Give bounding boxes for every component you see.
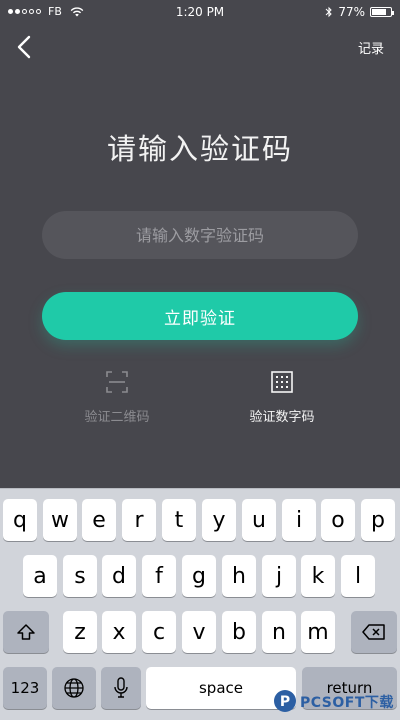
verify-qr-code-label: 验证二维码 bbox=[84, 410, 150, 425]
pcsoft-logo-icon: P bbox=[274, 690, 296, 712]
verify-digit-code-option[interactable]: 验证数字码 bbox=[222, 370, 342, 425]
key-g[interactable]: g bbox=[182, 555, 216, 597]
digit-code-icon bbox=[271, 371, 293, 393]
key-c[interactable]: c bbox=[142, 611, 176, 653]
key-e[interactable]: e bbox=[82, 499, 116, 541]
verification-screen: FB 1:20 PM 77% 记录 请输入验证码 立即验证 bbox=[0, 0, 400, 488]
back-button[interactable] bbox=[12, 34, 36, 60]
status-right: 77% bbox=[325, 5, 394, 19]
key-f[interactable]: f bbox=[142, 555, 176, 597]
shift-icon bbox=[17, 624, 35, 640]
page-title: 请输入验证码 bbox=[106, 132, 293, 166]
shift-key[interactable] bbox=[3, 611, 49, 653]
battery-icon bbox=[370, 7, 394, 17]
bluetooth-icon bbox=[325, 6, 333, 18]
globe-key[interactable] bbox=[52, 667, 96, 709]
globe-icon bbox=[64, 678, 84, 698]
battery-level bbox=[372, 9, 386, 15]
key-u[interactable]: u bbox=[242, 499, 276, 541]
key-d[interactable]: d bbox=[102, 555, 136, 597]
key-h[interactable]: h bbox=[222, 555, 256, 597]
verify-qr-code-option[interactable]: 验证二维码 bbox=[57, 370, 177, 425]
key-y[interactable]: y bbox=[202, 499, 236, 541]
record-link[interactable]: 记录 bbox=[358, 38, 384, 57]
verify-digit-code-label: 验证数字码 bbox=[249, 410, 315, 425]
key-k[interactable]: k bbox=[301, 555, 335, 597]
battery-percent: 77% bbox=[338, 5, 365, 19]
key-n[interactable]: n bbox=[262, 611, 296, 653]
ios-keyboard: q w e r t y u i o p a s d f g h j k l z … bbox=[0, 488, 400, 720]
numbers-key[interactable]: 123 bbox=[3, 667, 47, 709]
watermark-text: PCSOFT下载 bbox=[300, 695, 394, 711]
key-b[interactable]: b bbox=[222, 611, 256, 653]
key-v[interactable]: v bbox=[182, 611, 216, 653]
status-bar: FB 1:20 PM 77% bbox=[0, 0, 400, 24]
key-w[interactable]: w bbox=[43, 499, 77, 541]
key-j[interactable]: j bbox=[262, 555, 296, 597]
chevron-left-icon bbox=[17, 35, 31, 59]
key-x[interactable]: x bbox=[102, 611, 136, 653]
key-r[interactable]: r bbox=[122, 499, 156, 541]
verify-now-button[interactable]: 立即验证 bbox=[42, 292, 358, 340]
key-i[interactable]: i bbox=[282, 499, 316, 541]
key-p[interactable]: p bbox=[361, 499, 395, 541]
delete-key[interactable] bbox=[351, 611, 397, 653]
key-t[interactable]: t bbox=[162, 499, 196, 541]
key-a[interactable]: a bbox=[23, 555, 57, 597]
microphone-icon bbox=[114, 677, 128, 698]
verification-code-input[interactable] bbox=[42, 211, 358, 259]
microphone-key[interactable] bbox=[101, 667, 141, 709]
key-q[interactable]: q bbox=[3, 499, 37, 541]
svg-text:P: P bbox=[280, 694, 290, 710]
key-s[interactable]: s bbox=[63, 555, 97, 597]
qr-scan-icon bbox=[106, 371, 128, 393]
key-o[interactable]: o bbox=[321, 499, 355, 541]
key-l[interactable]: l bbox=[341, 555, 375, 597]
delete-icon bbox=[362, 624, 385, 640]
key-m[interactable]: m bbox=[301, 611, 335, 653]
pcsoft-watermark: P PCSOFT下载 bbox=[272, 686, 396, 718]
key-z[interactable]: z bbox=[63, 611, 97, 653]
